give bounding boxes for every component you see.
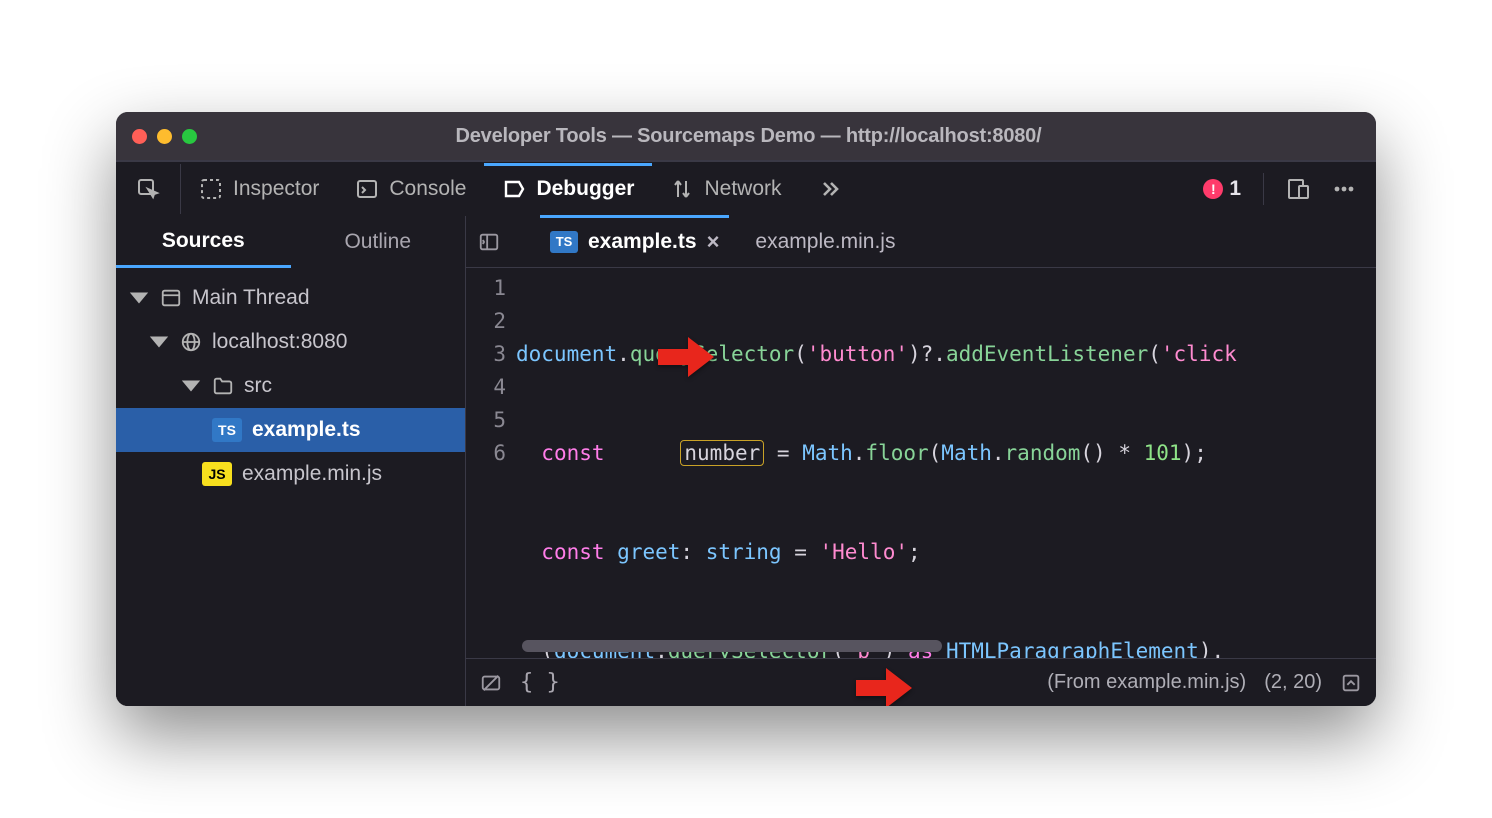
cursor-position: (2, 20) (1264, 671, 1322, 694)
window-title: Developer Tools — Sourcemaps Demo — http… (207, 125, 1290, 148)
error-count-badge[interactable]: ! 1 (1203, 177, 1241, 201)
editor-tab-strip: TS example.ts × example.min.js (466, 216, 1376, 268)
element-picker-button[interactable] (116, 164, 181, 214)
devtools-window: Developer Tools — Sourcemaps Demo — http… (116, 112, 1376, 706)
line-number-gutter: 1 2 3 4 5 6 (466, 268, 516, 658)
tabs-overflow-button[interactable] (800, 164, 860, 214)
tab-inspector[interactable]: Inspector (181, 164, 337, 214)
editor-tab-label: example.min.js (755, 230, 895, 254)
network-icon (670, 177, 694, 201)
kebab-menu-icon[interactable] (1332, 177, 1356, 201)
editor-footer: { } (From example.min.js) (2, 20) (466, 658, 1376, 706)
tree-label: example.min.js (242, 462, 382, 486)
scrollbar-thumb[interactable] (522, 640, 942, 652)
tab-console[interactable]: Console (337, 164, 484, 214)
tree-label: localhost:8080 (212, 330, 347, 354)
tree-label: Main Thread (192, 286, 310, 310)
console-icon (355, 177, 379, 201)
tree-host[interactable]: localhost:8080 (116, 320, 465, 364)
tree-main-thread[interactable]: Main Thread (116, 276, 465, 320)
blackbox-icon[interactable] (480, 672, 502, 694)
annotation-arrow-icon (854, 666, 914, 706)
tab-console-label: Console (389, 177, 466, 201)
tab-inspector-label: Inspector (233, 177, 319, 201)
editor-tab-example-min-js[interactable]: example.min.js (745, 217, 905, 267)
tab-network-label: Network (704, 177, 781, 201)
minimize-window-button[interactable] (157, 129, 172, 144)
tree-folder-src[interactable]: src (116, 364, 465, 408)
window-titlebar: Developer Tools — Sourcemaps Demo — http… (116, 112, 1376, 160)
sidebar-tabs: Sources Outline (116, 216, 465, 268)
twisty-down-icon (180, 375, 202, 397)
js-file-badge-icon: JS (202, 462, 232, 486)
twisty-down-icon (148, 331, 170, 353)
close-window-button[interactable] (132, 129, 147, 144)
sourcemap-origin-label: (From example.min.js) (1047, 671, 1246, 694)
code-viewport[interactable]: 1 2 3 4 5 6 document.querySelector('butt… (466, 268, 1376, 658)
error-count: 1 (1229, 177, 1241, 201)
tree-label: src (244, 374, 272, 398)
debugger-body: Sources Outline Main Thread localhost:80… (116, 216, 1376, 706)
tree-file-example-ts[interactable]: TS example.ts (116, 408, 465, 452)
sources-tree: Main Thread localhost:8080 src TS exampl… (116, 268, 465, 504)
twisty-down-icon (128, 287, 150, 309)
map-scopes-icon[interactable] (1340, 672, 1362, 694)
pretty-print-button[interactable]: { } (520, 670, 560, 695)
ts-file-badge-icon: TS (212, 418, 242, 442)
tab-network[interactable]: Network (652, 164, 799, 214)
tab-debugger[interactable]: Debugger (484, 163, 652, 213)
toolbar-right: ! 1 (1203, 173, 1376, 205)
tree-label: example.ts (252, 418, 361, 442)
toggle-sidebar-icon[interactable] (478, 231, 500, 253)
pointer-icon (136, 177, 160, 201)
maximize-window-button[interactable] (182, 129, 197, 144)
editor-tab-example-ts[interactable]: TS example.ts × (540, 215, 729, 265)
tab-outline[interactable]: Outline (291, 216, 466, 268)
devtools-toolbar: Inspector Console Debugger Network ! 1 (116, 160, 1376, 216)
annotation-arrow-icon (656, 335, 716, 379)
sources-sidebar: Sources Outline Main Thread localhost:80… (116, 216, 466, 706)
inspector-icon (199, 177, 223, 201)
code-content: document.querySelector('button')?.addEve… (516, 268, 1376, 658)
chevrons-right-icon (818, 177, 842, 201)
traffic-lights (132, 129, 197, 144)
folder-icon (212, 375, 234, 397)
ts-file-badge-icon: TS (550, 231, 578, 253)
responsive-mode-icon[interactable] (1286, 177, 1310, 201)
globe-icon (180, 331, 202, 353)
debugger-icon (502, 177, 526, 201)
editor-tab-label: example.ts (588, 230, 697, 254)
tab-debugger-label: Debugger (536, 177, 634, 201)
tree-file-example-min-js[interactable]: JS example.min.js (116, 452, 465, 496)
hovered-type-token: number (680, 440, 764, 466)
error-icon: ! (1203, 179, 1223, 199)
window-icon (160, 287, 182, 309)
source-editor: TS example.ts × example.min.js 1 2 3 4 5… (466, 216, 1376, 706)
horizontal-scrollbar[interactable] (522, 640, 1362, 652)
tab-sources[interactable]: Sources (116, 216, 291, 268)
close-tab-icon[interactable]: × (707, 229, 720, 255)
